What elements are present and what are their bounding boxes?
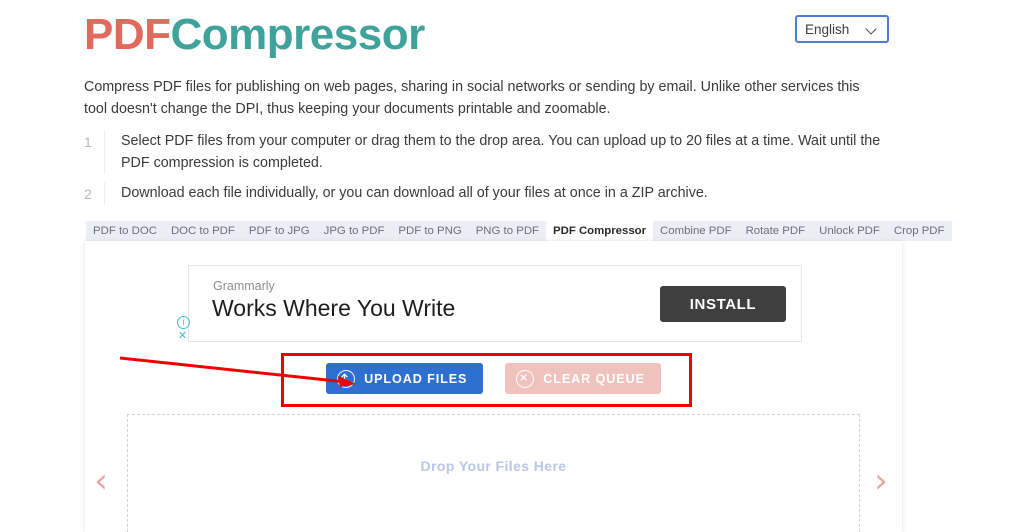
language-selector[interactable]: English (795, 15, 889, 43)
upload-files-label: UPLOAD FILES (364, 371, 468, 386)
clear-queue-label: CLEAR QUEUE (543, 371, 645, 386)
chevron-left-icon[interactable]: ‹ (88, 459, 114, 503)
tab-pdf-to-jpg[interactable]: PDF to JPG (241, 221, 317, 241)
intro-paragraph: Compress PDF files for publishing on web… (84, 79, 860, 117)
page-header: PDFCompressor English (0, 0, 1024, 72)
tab-pdf-to-png[interactable]: PDF to PNG (391, 221, 469, 241)
tab-crop-pdf[interactable]: Crop PDF (886, 221, 952, 241)
drop-area-label: Drop Your Files Here (420, 457, 567, 474)
tab-rotate-pdf[interactable]: Rotate PDF (738, 221, 813, 241)
cancel-circle-icon (516, 369, 535, 388)
ad-install-button[interactable]: INSTALL (660, 286, 786, 322)
clear-queue-button[interactable]: CLEAR QUEUE (505, 363, 661, 394)
chevron-right-icon[interactable]: › (868, 459, 894, 503)
file-drop-area[interactable]: Drop Your Files Here (127, 414, 860, 532)
tab-unlock-pdf[interactable]: Unlock PDF (812, 221, 887, 241)
step-number: 2 (84, 186, 92, 202)
logo-text-pdf: PDF (84, 10, 171, 59)
ad-headline: Works Where You Write (212, 295, 456, 321)
advertisement-banner[interactable]: Grammarly Works Where You Write INSTALL … (177, 265, 802, 342)
compressor-card: Grammarly Works Where You Write INSTALL … (85, 241, 902, 532)
tab-doc-to-pdf[interactable]: DOC to PDF (163, 221, 242, 241)
list-item: 1 Select PDF files from your computer or… (84, 130, 894, 174)
tab-pdf-to-doc[interactable]: PDF to DOC (86, 221, 164, 241)
step-text: Select PDF files from your computer or d… (121, 133, 881, 171)
tab-png-to-pdf[interactable]: PNG to PDF (468, 221, 546, 241)
info-icon[interactable]: i (177, 316, 190, 329)
upload-files-button[interactable]: UPLOAD FILES (326, 363, 484, 394)
steps-list: 1 Select PDF files from your computer or… (84, 130, 894, 213)
list-item: 2 Download each file individually, or yo… (84, 182, 894, 205)
action-button-row: UPLOAD FILES CLEAR QUEUE (85, 363, 902, 394)
step-divider (104, 182, 105, 205)
step-divider (104, 130, 105, 174)
tool-tab-bar: PDF to DOC DOC to PDF PDF to JPG JPG to … (86, 221, 952, 241)
step-text: Download each file individually, or you … (121, 185, 708, 201)
close-icon[interactable]: ✕ (177, 331, 188, 342)
step-number: 1 (84, 134, 92, 150)
language-selector-value: English (805, 21, 850, 37)
chevron-down-icon (867, 24, 877, 34)
tab-pdf-compressor[interactable]: PDF Compressor (546, 221, 654, 241)
tab-combine-pdf[interactable]: Combine PDF (653, 221, 739, 241)
tab-jpg-to-pdf[interactable]: JPG to PDF (316, 221, 392, 241)
upload-arrow-icon (337, 369, 356, 388)
ad-brand-name: Grammarly (213, 279, 275, 293)
site-logo: PDFCompressor (84, 9, 425, 61)
logo-text-compressor: Compressor (170, 10, 426, 59)
